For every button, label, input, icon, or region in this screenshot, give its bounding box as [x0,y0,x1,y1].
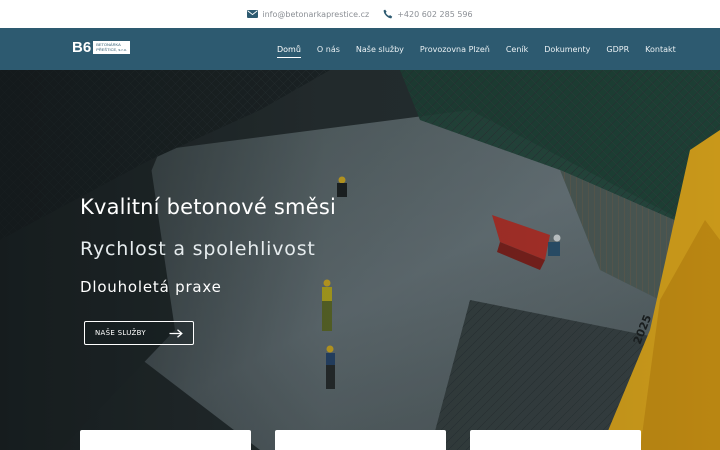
nav-item-dokumenty[interactable]: Dokumenty [544,45,590,54]
nase-sluzby-button[interactable]: NAŠE SLUŽBY [84,321,194,345]
email-text[interactable]: info@betonarkaprestice.cz [262,10,369,19]
logo-mark: B6 [72,39,92,56]
nase-sluzby-button-label: NAŠE SLUŽBY [95,329,146,337]
service-card[interactable] [470,430,641,450]
hero-subtitle: Rychlost a spolehlivost [80,238,316,260]
nav-menu: Domů O nás Naše služby Provozovna Plzeň … [277,28,676,70]
company-logo[interactable]: B6 BETONÁRKA PŘEŠTICE, s.r.o. [72,39,131,56]
service-card[interactable] [80,430,251,450]
nav-item-gdpr[interactable]: GDPR [606,45,629,54]
main-navigation: B6 BETONÁRKA PŘEŠTICE, s.r.o. Domů O nás… [0,28,720,70]
nav-item-domu[interactable]: Domů [277,45,301,58]
envelope-icon [247,10,259,18]
nav-item-o-nas[interactable]: O nás [317,45,340,54]
phone-text[interactable]: +420 602 285 596 [397,10,472,19]
nav-item-nase-sluzby[interactable]: Naše služby [356,45,404,54]
email-contact[interactable]: info@betonarkaprestice.cz [247,10,369,19]
nav-item-cenik[interactable]: Ceník [506,45,528,54]
phone-contact[interactable]: +420 602 285 596 [383,9,473,19]
hero-title: Kvalitní betonové směsi [80,195,336,219]
service-card[interactable] [275,430,446,450]
phone-icon [383,9,393,19]
hero-section: 2025 Kvalitní betonové směsi Rychlost a … [0,70,720,450]
hero-subtitle-2: Dlouholetá praxe [80,278,222,296]
hero-background-image: 2025 [0,70,720,450]
nav-item-provozovna-plzen[interactable]: Provozovna Plzeň [420,45,490,54]
top-contact-bar: info@betonarkaprestice.cz +420 602 285 5… [0,0,720,28]
logo-text: BETONÁRKA PŘEŠTICE, s.r.o. [93,41,131,54]
logo-line-2: PŘEŠTICE, s.r.o. [96,46,128,52]
arrow-right-icon [169,329,183,338]
nav-item-kontakt[interactable]: Kontakt [645,45,676,54]
